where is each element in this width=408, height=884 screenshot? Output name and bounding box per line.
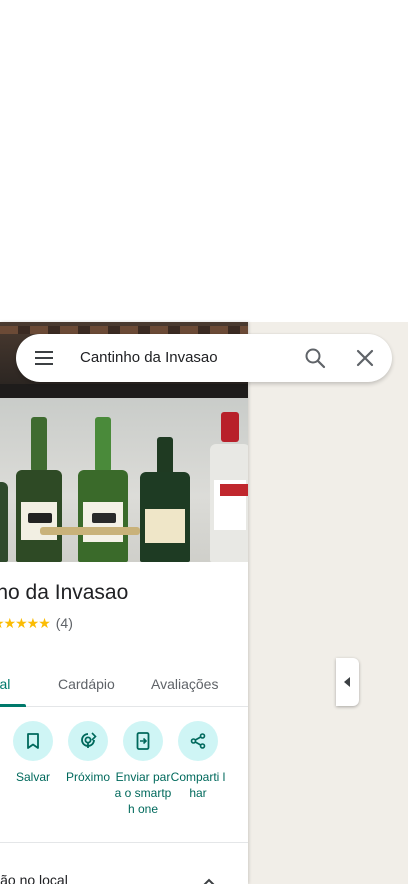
tab-reviews[interactable]: Avaliações <box>151 676 218 692</box>
place-title: inho da Invasao <box>0 581 129 604</box>
send-to-phone-icon <box>136 732 150 750</box>
share-label: Comparti lhar <box>170 770 226 800</box>
action-buttons: Salvar Próximo Enviar para o smartph one… <box>0 721 248 841</box>
tab-menu[interactable]: Cardápio <box>58 676 115 692</box>
nearby-button[interactable]: Próximo <box>58 721 118 785</box>
nearby-label: Próximo <box>65 770 110 784</box>
collapse-panel-button[interactable] <box>336 658 359 706</box>
map-canvas[interactable] <box>248 322 408 884</box>
menu-icon[interactable] <box>32 348 56 368</box>
rating-row[interactable]: ★★★★★ (4) <box>0 614 73 632</box>
chevron-left-icon <box>343 677 350 687</box>
share-button[interactable]: Comparti lhar <box>168 721 228 801</box>
send-to-phone-label: Enviar para o smartph one <box>114 770 172 816</box>
photo-bottle <box>0 452 8 562</box>
photo-bottle <box>16 417 62 562</box>
photo-shelf-rod <box>40 527 140 535</box>
info-row-label[interactable]: ição no local <box>0 872 68 884</box>
save-label: Salvar <box>15 770 50 784</box>
photo-bottle <box>140 437 190 562</box>
photo-bottle <box>210 412 248 562</box>
close-icon[interactable] <box>353 346 377 370</box>
tab-overview[interactable]: eral <box>0 676 10 692</box>
star-rating: ★★★★★ <box>0 614 51 631</box>
photo-bottle <box>78 417 128 562</box>
review-count[interactable]: (4) <box>56 615 73 631</box>
active-tab-indicator <box>0 704 26 707</box>
share-button-circle[interactable] <box>178 721 218 761</box>
share-icon <box>190 733 206 749</box>
chevron-up-icon[interactable] <box>202 877 216 884</box>
nearby-button-circle[interactable] <box>68 721 108 761</box>
search-box[interactable]: Cantinho da Invasao <box>16 334 392 382</box>
photo-shelf-bar <box>0 384 248 398</box>
photo-bottle-tops <box>0 326 248 334</box>
save-button-circle[interactable] <box>13 721 53 761</box>
screen: inho da Invasao ★★★★★ (4) eral Cardápio … <box>0 0 408 884</box>
save-button[interactable]: Salvar <box>3 721 63 785</box>
send-to-phone-button-circle[interactable] <box>123 721 163 761</box>
search-icon[interactable] <box>303 346 327 370</box>
nearby-icon <box>81 732 97 748</box>
tab-bar: eral Cardápio Avaliações <box>0 664 248 707</box>
search-input[interactable]: Cantinho da Invasao <box>80 349 218 366</box>
bookmark-icon <box>27 733 39 749</box>
section-divider <box>0 842 248 843</box>
send-to-phone-button[interactable]: Enviar para o smartph one <box>113 721 173 817</box>
